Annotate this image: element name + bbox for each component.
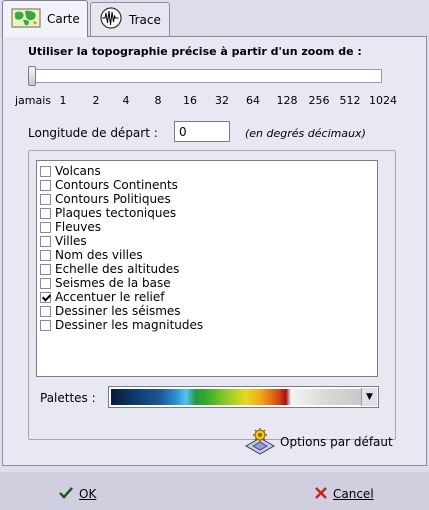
tick-label: 512	[339, 94, 361, 107]
ok-label: OK	[79, 487, 97, 501]
tick-label: 16	[183, 94, 197, 107]
longitude-label: Longitude de départ :	[28, 126, 158, 140]
checkbox-checked[interactable]	[40, 291, 51, 303]
longitude-hint: (en degrés décimaux)	[245, 127, 366, 140]
layer-label: Nom des villes	[55, 248, 143, 262]
checkbox[interactable]	[40, 193, 51, 205]
cancel-button[interactable]: Cancel	[314, 483, 374, 505]
list-item[interactable]: Volcans	[37, 164, 377, 178]
list-item[interactable]: Plaques tectoniques	[37, 206, 377, 220]
tick-label: 1024	[369, 94, 397, 107]
chevron-down-icon[interactable]: ▼	[361, 388, 377, 406]
checkbox[interactable]	[40, 165, 51, 177]
list-item[interactable]: Seismes de la base	[37, 276, 377, 290]
seismograph-icon	[99, 7, 123, 32]
checkbox[interactable]	[40, 277, 51, 289]
tab-carte[interactable]: Carte	[2, 0, 88, 37]
palette-label: Palettes :	[40, 391, 96, 405]
tick-label: 256	[308, 94, 330, 107]
tick-label: jamais	[14, 94, 52, 107]
layer-label: Dessiner les magnitudes	[55, 318, 204, 332]
checkbox[interactable]	[40, 305, 51, 317]
tick-label: 4	[122, 94, 130, 107]
list-item[interactable]: Echelle des altitudes	[37, 262, 377, 276]
layer-label: Contours Continents	[55, 178, 178, 192]
layer-label: Dessiner les séismes	[55, 304, 181, 318]
defaults-label: Options par défaut	[280, 435, 393, 449]
layer-list[interactable]: Volcans Contours Continents Contours Pol…	[36, 160, 378, 377]
zoom-slider-track[interactable]	[28, 69, 382, 83]
list-item[interactable]: Fleuves	[37, 220, 377, 234]
layer-label: Accentuer le relief	[55, 290, 165, 304]
layer-label: Plaques tectoniques	[55, 206, 177, 220]
longitude-input[interactable]	[174, 121, 230, 142]
zoom-slider-thumb[interactable]	[28, 66, 36, 86]
checkbox[interactable]	[40, 221, 51, 233]
tab-trace[interactable]: Trace	[90, 2, 170, 36]
tick-label: 128	[276, 94, 298, 107]
defaults-gear-icon	[244, 426, 276, 459]
layer-label: Villes	[55, 234, 87, 248]
close-icon	[314, 486, 328, 503]
palette-select[interactable]: ▼	[108, 386, 379, 408]
layer-label: Fleuves	[55, 220, 101, 234]
list-item[interactable]: Contours Continents	[37, 178, 377, 192]
list-item[interactable]: Dessiner les séismes	[37, 304, 377, 318]
checkbox[interactable]	[40, 319, 51, 331]
tick-label: 32	[215, 94, 229, 107]
world-map-icon	[11, 7, 41, 32]
checkbox[interactable]	[40, 207, 51, 219]
checkbox[interactable]	[40, 235, 51, 247]
checkbox[interactable]	[40, 263, 51, 275]
tick-label: 2	[92, 94, 100, 107]
tab-carte-label: Carte	[47, 12, 80, 26]
tick-label: 1	[59, 94, 67, 107]
tick-label: 64	[246, 94, 260, 107]
palette-gradient-swatch	[111, 389, 361, 405]
defaults-button[interactable]: Options par défaut	[244, 426, 393, 458]
cancel-label: Cancel	[333, 487, 374, 501]
layer-label: Seismes de la base	[55, 276, 171, 290]
tab-bar: Carte Trace	[0, 0, 429, 37]
checkbox[interactable]	[40, 179, 51, 191]
layer-label: Volcans	[55, 164, 101, 178]
layer-label: Echelle des altitudes	[55, 262, 180, 276]
ok-button[interactable]: OK	[58, 483, 96, 505]
tick-label: 8	[154, 94, 162, 107]
topography-label: Utiliser la topographie précise à partir…	[28, 45, 362, 58]
list-item[interactable]: Contours Politiques	[37, 192, 377, 206]
zoom-slider-ticks: jamais 1 2 4 8 16 32 64 128 256 512 1024	[0, 94, 429, 108]
checkbox[interactable]	[40, 249, 51, 261]
tab-trace-label: Trace	[129, 12, 161, 27]
list-item[interactable]: Accentuer le relief	[37, 290, 377, 304]
list-item[interactable]: Villes	[37, 234, 377, 248]
list-item[interactable]: Nom des villes	[37, 248, 377, 262]
list-item[interactable]: Dessiner les magnitudes	[37, 318, 377, 332]
layer-label: Contours Politiques	[55, 192, 171, 206]
checkmark-icon	[58, 486, 74, 503]
